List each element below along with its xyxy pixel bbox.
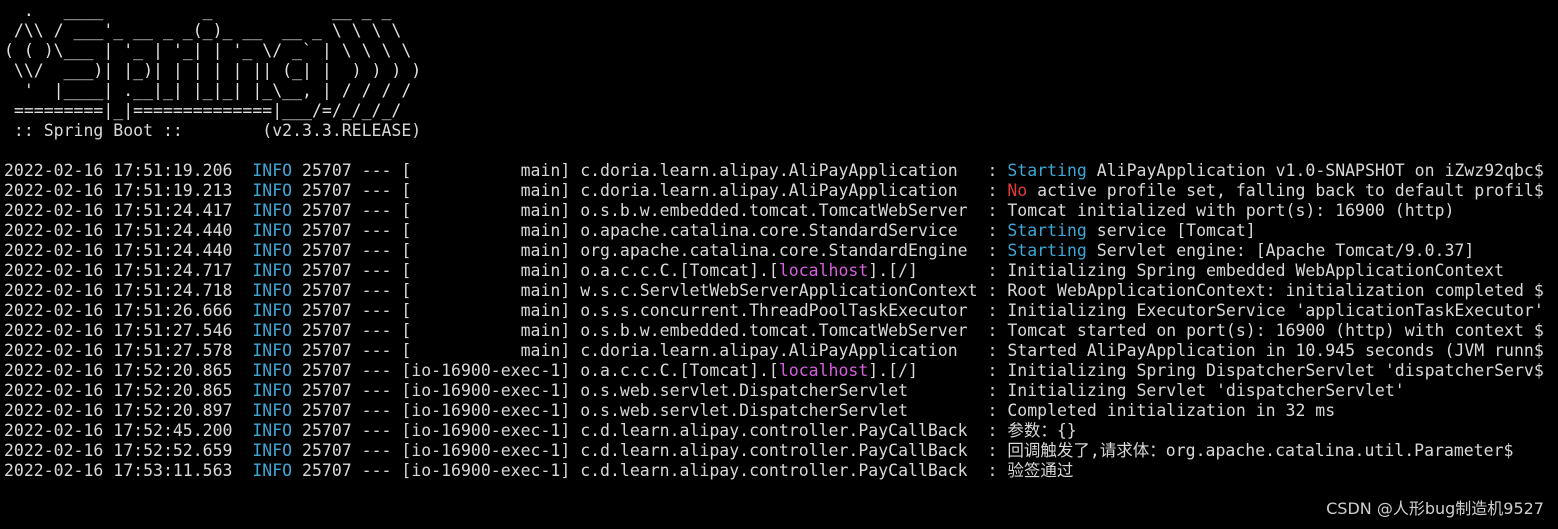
log-highlight: No	[1007, 181, 1028, 200]
log-message: Tomcat initialized with port(s): 16900 (…	[1007, 201, 1455, 220]
log-level: INFO	[252, 261, 293, 280]
log-timestamp: 2022-02-16 17:51:24.717	[4, 261, 233, 280]
log-timestamp: 2022-02-16 17:52:20.865	[4, 381, 233, 400]
log-message: Servlet engine: [Apache Tomcat/9.0.37]	[1086, 241, 1475, 260]
log-source: 25707 --- [ main] o.s.b.w.embedded.tomca…	[292, 201, 1008, 220]
log-level: INFO	[252, 341, 293, 360]
spring-boot-version-line: :: Spring Boot :: (v2.3.3.RELEASE)	[4, 121, 422, 140]
spring-ascii-banner: . ____ _ __ _ _ /\\ / ___'_ __ _ _(_)_ _…	[4, 1, 422, 120]
log-message: 回调触发了,请求体：org.apache.catalina.util.Param…	[1007, 441, 1514, 460]
log-timestamp: 2022-02-16 17:53:11.563	[4, 461, 233, 480]
log-line: 2022-02-16 17:53:11.563 INFO 25707 --- […	[4, 461, 1556, 481]
log-line: 2022-02-16 17:51:27.546 INFO 25707 --- […	[4, 321, 1556, 341]
log-source: 25707 --- [ main] o.a.c.c.C.[Tomcat].[	[292, 261, 779, 280]
log-line: 2022-02-16 17:51:24.417 INFO 25707 --- […	[4, 201, 1556, 221]
log-timestamp: 2022-02-16 17:52:52.659	[4, 441, 233, 460]
log-level: INFO	[252, 401, 293, 420]
log-level: INFO	[252, 421, 293, 440]
log-line: 2022-02-16 17:51:26.666 INFO 25707 --- […	[4, 301, 1556, 321]
log-source: 25707 --- [ main] o.apache.catalina.core…	[292, 221, 1008, 240]
log-message: ].[/] : Initializing Spring embedded Web…	[868, 261, 1505, 280]
log-level: INFO	[252, 381, 293, 400]
log-line: 2022-02-16 17:52:45.200 INFO 25707 --- […	[4, 421, 1556, 441]
log-message: Tomcat started on port(s): 16900 (http) …	[1007, 321, 1544, 340]
log-line: 2022-02-16 17:51:24.440 INFO 25707 --- […	[4, 241, 1556, 261]
log-source: 25707 --- [io-16900-exec-1] c.d.learn.al…	[292, 421, 1008, 440]
log-timestamp: 2022-02-16 17:51:24.440	[4, 241, 233, 260]
log-message: AliPayApplication v1.0-SNAPSHOT on iZwz9…	[1086, 161, 1544, 180]
terminal-output[interactable]: . ____ _ __ _ _ /\\ / ___'_ __ _ _(_)_ _…	[4, 0, 1556, 529]
log-source: 25707 --- [ main] c.doria.learn.alipay.A…	[292, 181, 1008, 200]
log-line: 2022-02-16 17:51:27.578 INFO 25707 --- […	[4, 341, 1556, 361]
log-message: Initializing ExecutorService 'applicatio…	[1007, 301, 1544, 320]
log-list: 2022-02-16 17:51:19.206 INFO 25707 --- […	[4, 161, 1556, 481]
log-level: INFO	[252, 461, 293, 480]
log-highlight: localhost	[778, 261, 869, 280]
log-source: 25707 --- [ main] o.s.b.w.embedded.tomca…	[292, 321, 1008, 340]
log-line: 2022-02-16 17:51:19.206 INFO 25707 --- […	[4, 161, 1556, 181]
log-timestamp: 2022-02-16 17:51:24.417	[4, 201, 233, 220]
log-timestamp: 2022-02-16 17:51:19.206	[4, 161, 233, 180]
log-level: INFO	[252, 241, 293, 260]
log-line: 2022-02-16 17:52:20.897 INFO 25707 --- […	[4, 401, 1556, 421]
log-source: 25707 --- [io-16900-exec-1] c.d.learn.al…	[292, 441, 1008, 460]
log-source: 25707 --- [ main] w.s.c.ServletWebServer…	[292, 281, 1008, 300]
log-timestamp: 2022-02-16 17:51:27.546	[4, 321, 233, 340]
log-source: 25707 --- [ main] o.s.s.concurrent.Threa…	[292, 301, 1008, 320]
log-line: 2022-02-16 17:52:20.865 INFO 25707 --- […	[4, 361, 1556, 381]
log-line: 2022-02-16 17:52:52.659 INFO 25707 --- […	[4, 441, 1556, 461]
log-source: 25707 --- [io-16900-exec-1] o.s.web.serv…	[292, 401, 1008, 420]
log-highlight: Starting	[1007, 221, 1087, 240]
log-timestamp: 2022-02-16 17:52:20.865	[4, 361, 233, 380]
log-source: 25707 --- [ main] c.doria.learn.alipay.A…	[292, 341, 1008, 360]
log-line: 2022-02-16 17:51:19.213 INFO 25707 --- […	[4, 181, 1556, 201]
log-message: Root WebApplicationContext: initializati…	[1007, 281, 1544, 300]
log-level: INFO	[252, 281, 293, 300]
log-message: active profile set, falling back to defa…	[1027, 181, 1544, 200]
log-source: 25707 --- [ main] org.apache.catalina.co…	[292, 241, 1008, 260]
log-level: INFO	[252, 161, 293, 180]
log-level: INFO	[252, 181, 293, 200]
log-highlight: Starting	[1007, 161, 1087, 180]
log-level: INFO	[252, 321, 293, 340]
log-level: INFO	[252, 201, 293, 220]
log-level: INFO	[252, 361, 293, 380]
log-message: service [Tomcat]	[1086, 221, 1256, 240]
log-message: 验签通过	[1007, 461, 1074, 480]
log-highlight: Starting	[1007, 241, 1087, 260]
log-timestamp: 2022-02-16 17:51:24.440	[4, 221, 233, 240]
log-source: 25707 --- [ main] c.doria.learn.alipay.A…	[292, 161, 1008, 180]
log-timestamp: 2022-02-16 17:52:45.200	[4, 421, 233, 440]
log-source: 25707 --- [io-16900-exec-1] o.a.c.c.C.[T…	[292, 361, 779, 380]
log-message: Completed initialization in 32 ms	[1007, 401, 1336, 420]
log-highlight: localhost	[778, 361, 869, 380]
log-timestamp: 2022-02-16 17:51:24.718	[4, 281, 233, 300]
log-message: Started AliPayApplication in 10.945 seco…	[1007, 341, 1544, 360]
log-level: INFO	[252, 301, 293, 320]
log-line: 2022-02-16 17:52:20.865 INFO 25707 --- […	[4, 381, 1556, 401]
log-timestamp: 2022-02-16 17:51:19.213	[4, 181, 233, 200]
log-line: 2022-02-16 17:51:24.440 INFO 25707 --- […	[4, 221, 1556, 241]
log-source: 25707 --- [io-16900-exec-1] c.d.learn.al…	[292, 461, 1008, 480]
csdn-watermark: CSDN @人形bug制造机9527	[1326, 499, 1544, 518]
log-timestamp: 2022-02-16 17:51:27.578	[4, 341, 233, 360]
log-level: INFO	[252, 221, 293, 240]
log-timestamp: 2022-02-16 17:51:26.666	[4, 301, 233, 320]
log-source: 25707 --- [io-16900-exec-1] o.s.web.serv…	[292, 381, 1008, 400]
log-line: 2022-02-16 17:51:24.718 INFO 25707 --- […	[4, 281, 1556, 301]
log-message: 参数：{}	[1007, 421, 1077, 440]
log-level: INFO	[252, 441, 293, 460]
log-message: Initializing Servlet 'dispatcherServlet'	[1007, 381, 1405, 400]
log-message: ].[/] : Initializing Spring DispatcherSe…	[868, 361, 1544, 380]
log-timestamp: 2022-02-16 17:52:20.897	[4, 401, 233, 420]
log-line: 2022-02-16 17:51:24.717 INFO 25707 --- […	[4, 261, 1556, 281]
